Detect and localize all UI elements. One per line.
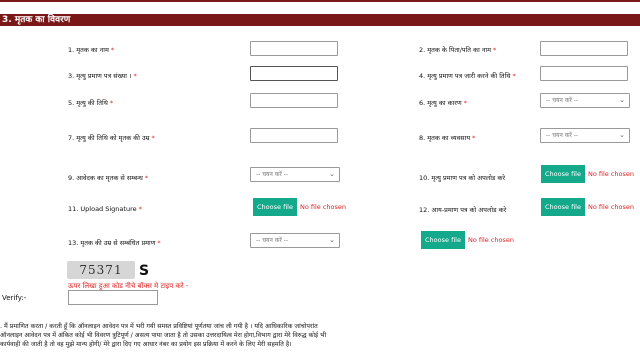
no-file-text: No file chosen [587,203,635,211]
chevron-down-icon: ⌄ [619,131,625,139]
label-death-certificate-number: 3. मृत्यु प्रमाण पत्र संख्या । * [68,72,137,80]
declaration-line: ऑनलाइन आवेदन पत्र में अंकित कोई भी विवरण… [0,332,327,339]
deceased-name-input[interactable] [250,41,338,56]
verify-input[interactable] [68,290,158,305]
label-occupation: 8. मृतक का व्यवसाय * [419,134,476,142]
label-age-at-death: 7. मृत्यु की तिथि को मृतक की उम्र * [68,134,155,142]
label-deceased-name: 1. मृतक का नाम * [68,46,115,54]
choose-file-button[interactable]: Choose file [253,198,297,216]
label-upload-death-certificate: 10. मृत्यु प्रमाण पत्र को अपलोड करे [419,174,506,182]
upload-income-certificate: Choose file No file chosen [541,198,634,216]
death-certificate-number-input[interactable] [250,66,338,81]
refresh-captcha-icon[interactable]: S [139,263,149,279]
label-father-husband-name: 2. मृतक के पिता/पति का नाम * [419,46,497,54]
date-of-death-input[interactable] [250,93,338,108]
declaration-line: . मैं प्रमाणित करता / करती हूँ कि ऑनलाइन… [0,323,318,330]
father-husband-name-input[interactable] [540,41,628,56]
occupation-select[interactable]: -- चयन करें -- ⌄ [540,128,630,143]
upload-signature: Choose file No file chosen [253,198,346,216]
chevron-down-icon: ⌄ [329,170,335,178]
no-file-text: No file chosen [467,236,515,244]
section-header: 3. मृतक का विवरण [0,14,640,26]
verify-label: Verify:- [2,294,27,302]
label-certificate-issue-date: 4. मृत्यु प्रमाण पत्र जारी करने की तिथि * [419,72,516,80]
no-file-text: No file chosen [587,170,635,178]
label-relation-to-deceased: 9. आवेदक का मृतक से सम्बन्ध * [68,174,149,182]
captcha-image: 75371 [67,261,135,279]
chevron-down-icon: ⌄ [329,236,335,244]
label-age-proof: 13. मृतक की उम्र से सम्बंधित प्रमाण * [68,239,161,247]
top-border [0,0,640,2]
declaration-text: . मैं प्रमाणित करता / करती हूँ कि ऑनलाइन… [0,322,640,349]
choose-file-button[interactable]: Choose file [421,231,465,249]
label-upload-signature: 11. Upload Signature * [68,205,142,213]
relation-select[interactable]: -- चयन करें -- ⌄ [250,167,340,182]
cause-of-death-select[interactable]: -- चयन करें -- ⌄ [540,93,630,108]
label-date-of-death: 5. मृत्यु की तिथि * [68,99,114,107]
age-proof-select[interactable]: -- चयन करें -- ⌄ [250,233,340,248]
certificate-issue-date-input[interactable] [540,66,628,81]
age-at-death-input[interactable] [250,128,338,143]
choose-file-button[interactable]: Choose file [541,198,585,216]
label-cause-of-death: 6. मृत्यु का कारण * [419,99,467,107]
section-title: 3. मृतक का विवरण [2,15,71,25]
no-file-text: No file chosen [299,203,347,211]
choose-file-button[interactable]: Choose file [541,165,585,183]
declaration-line: कार्यवाही की जाती है तो वह मुझे मान्य हो… [0,341,292,348]
label-upload-income-certificate: 12. आय-प्रमाण पत्र को अपलोड करे [419,206,507,214]
upload-death-certificate: Choose file No file chosen [541,165,634,183]
upload-age-proof: Choose file No file chosen [421,231,514,249]
chevron-down-icon: ⌄ [619,96,625,104]
